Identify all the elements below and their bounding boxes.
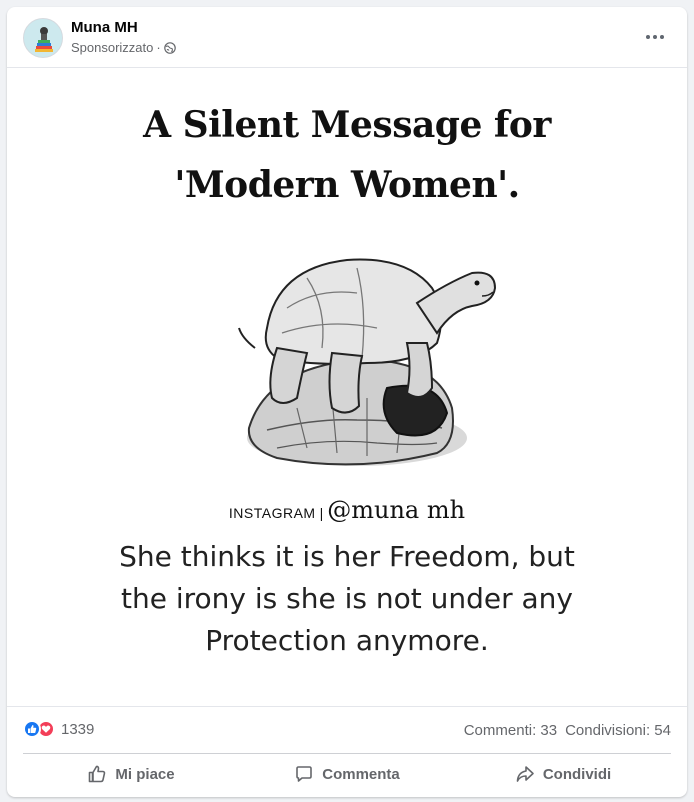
comment-label: Commenta [322,765,400,783]
tortoise-illustration [238,258,497,466]
meta-separator: · [156,40,161,55]
comments-count[interactable]: Commenti: 33 [464,722,557,739]
like-label: Mi piace [115,765,175,783]
share-icon [516,766,534,782]
thumbs-up-icon [89,765,106,783]
instagram-line: INSTAGRAM | @muna mh [7,496,687,524]
avatar[interactable] [23,18,63,58]
comment-button[interactable]: Commenta [239,754,455,794]
author-name[interactable]: Muna MH [71,19,138,36]
like-button[interactable]: Mi piace [23,754,239,794]
reaction-count: 1339 [61,720,95,738]
image-text-line3: Protection anymore. [205,624,489,657]
image-title-line2: 'Modern Women'. [174,164,520,206]
instagram-separator: | [319,505,324,521]
shares-count[interactable]: Condivisioni: 54 [565,722,671,739]
sponsored-label[interactable]: Sponsorizzato [71,40,153,55]
globe-icon[interactable] [163,41,176,54]
image-text-line2: the irony is she is not under any [120,582,573,615]
post-meta: Sponsorizzato · [71,40,176,55]
share-label: Condividi [542,765,612,783]
post-stats: 1339 Commenti: 33 Condivisioni: 54 [7,707,687,751]
instagram-handle: @muna mh [327,496,466,524]
like-icon [23,720,41,738]
post-header: Muna MH Sponsorizzato · [7,7,687,67]
action-bar: Mi piace Commenta Condividi [23,753,671,793]
share-button[interactable]: Condividi [455,754,671,794]
post-image[interactable]: A Silent Message for 'Modern Women'. INS [7,67,687,707]
more-options-icon[interactable] [641,25,669,49]
image-text-line1: She thinks it is her Freedom, but [119,540,575,573]
instagram-label: INSTAGRAM [228,505,316,521]
engagement-counts: Commenti: 33 Condivisioni: 54 [464,722,671,739]
post-card: Muna MH Sponsorizzato · A Silent Message… [7,7,687,797]
reactions-summary[interactable]: 1339 [23,720,94,738]
image-title-line1: A Silent Message for [143,104,551,146]
comment-icon [296,766,313,782]
